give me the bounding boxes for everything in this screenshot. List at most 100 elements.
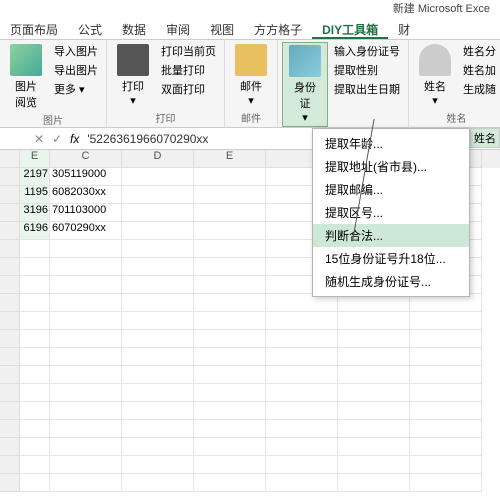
row-header[interactable]: [0, 438, 20, 456]
row-header[interactable]: [0, 312, 20, 330]
export-picture-button[interactable]: 导出图片: [50, 61, 102, 79]
cell[interactable]: [50, 240, 122, 258]
cell[interactable]: [338, 402, 410, 420]
enter-id-button[interactable]: 输入身份证号: [330, 42, 404, 60]
cell[interactable]: [122, 222, 194, 240]
cell[interactable]: [266, 402, 338, 420]
row-header[interactable]: [0, 402, 20, 420]
cell[interactable]: [122, 312, 194, 330]
cell[interactable]: 1195: [20, 186, 50, 204]
cell[interactable]: [122, 384, 194, 402]
cell[interactable]: [338, 312, 410, 330]
cancel-icon[interactable]: ✕: [30, 132, 48, 146]
cell[interactable]: [50, 366, 122, 384]
tab-pagelayout[interactable]: 页面布局: [0, 18, 68, 39]
cell[interactable]: [50, 438, 122, 456]
cell[interactable]: [266, 366, 338, 384]
cell[interactable]: [194, 348, 266, 366]
cell[interactable]: [122, 258, 194, 276]
cell[interactable]: [194, 258, 266, 276]
cell[interactable]: [122, 168, 194, 186]
cell[interactable]: [122, 294, 194, 312]
row-header[interactable]: [0, 240, 20, 258]
cell[interactable]: [410, 330, 482, 348]
cell[interactable]: 2197: [20, 168, 50, 186]
dropdown-item[interactable]: 提取地址(省市县)...: [313, 155, 469, 178]
cell[interactable]: [122, 420, 194, 438]
cell[interactable]: [338, 366, 410, 384]
picture-browse-button[interactable]: 图片 阅览: [4, 42, 48, 112]
cell[interactable]: [338, 456, 410, 474]
cell[interactable]: [50, 456, 122, 474]
tab-formula[interactable]: 公式: [68, 18, 112, 39]
cell[interactable]: [266, 438, 338, 456]
print-current-button[interactable]: 打印当前页: [157, 42, 220, 60]
row-header[interactable]: [0, 294, 20, 312]
cell[interactable]: [410, 384, 482, 402]
col-e[interactable]: E: [194, 150, 266, 168]
cell[interactable]: [266, 420, 338, 438]
cell[interactable]: [410, 420, 482, 438]
cell[interactable]: [266, 330, 338, 348]
cell[interactable]: [20, 438, 50, 456]
cell[interactable]: [194, 312, 266, 330]
dropdown-item[interactable]: 提取区号...: [313, 201, 469, 224]
dropdown-item[interactable]: 随机生成身份证号...: [313, 270, 469, 293]
cell[interactable]: [338, 420, 410, 438]
cell[interactable]: [122, 438, 194, 456]
dropdown-item[interactable]: 提取年龄...: [313, 132, 469, 155]
cell[interactable]: [50, 402, 122, 420]
cell[interactable]: 701103000: [50, 204, 122, 222]
row-header[interactable]: [0, 420, 20, 438]
row-header[interactable]: [0, 366, 20, 384]
cell[interactable]: [194, 204, 266, 222]
cell[interactable]: [50, 420, 122, 438]
cell[interactable]: [50, 294, 122, 312]
cell[interactable]: [50, 276, 122, 294]
cell[interactable]: [410, 366, 482, 384]
cell[interactable]: [20, 420, 50, 438]
name-button[interactable]: 姓名 ▾: [413, 42, 457, 109]
cell[interactable]: 6070290xx: [50, 222, 122, 240]
cell[interactable]: [338, 474, 410, 492]
cell[interactable]: [20, 312, 50, 330]
tab-review[interactable]: 审阅: [156, 18, 200, 39]
tab-data[interactable]: 数据: [112, 18, 156, 39]
cell[interactable]: [338, 348, 410, 366]
cell[interactable]: [338, 330, 410, 348]
cell[interactable]: [266, 384, 338, 402]
cell[interactable]: [122, 204, 194, 222]
cell[interactable]: [20, 456, 50, 474]
cell[interactable]: [20, 276, 50, 294]
cell[interactable]: [20, 402, 50, 420]
cell[interactable]: 6082030xx: [50, 186, 122, 204]
row-header[interactable]: [0, 222, 20, 240]
cell[interactable]: [122, 330, 194, 348]
cell[interactable]: [194, 222, 266, 240]
col-partial[interactable]: E: [20, 150, 50, 168]
cell[interactable]: [50, 348, 122, 366]
cell[interactable]: [338, 438, 410, 456]
cell[interactable]: [50, 258, 122, 276]
name-random-button[interactable]: 生成随: [459, 80, 500, 98]
picture-more-button[interactable]: 更多 ▾: [50, 80, 102, 98]
extract-dob-button[interactable]: 提取出生日期: [330, 80, 404, 98]
cell[interactable]: [410, 402, 482, 420]
cell[interactable]: 305119000: [50, 168, 122, 186]
cell[interactable]: [266, 474, 338, 492]
cell[interactable]: [194, 240, 266, 258]
cell[interactable]: [20, 366, 50, 384]
row-header[interactable]: [0, 276, 20, 294]
tab-diy[interactable]: DIY工具箱: [312, 18, 388, 39]
cell[interactable]: [410, 438, 482, 456]
cell[interactable]: [194, 330, 266, 348]
cell[interactable]: [410, 474, 482, 492]
row-header[interactable]: [0, 330, 20, 348]
cell[interactable]: 6196: [20, 222, 50, 240]
cell[interactable]: [20, 474, 50, 492]
cell[interactable]: [122, 240, 194, 258]
row-header[interactable]: [0, 474, 20, 492]
cell[interactable]: [194, 294, 266, 312]
col-c[interactable]: C: [50, 150, 122, 168]
dropdown-item[interactable]: 判断合法...: [313, 224, 469, 247]
